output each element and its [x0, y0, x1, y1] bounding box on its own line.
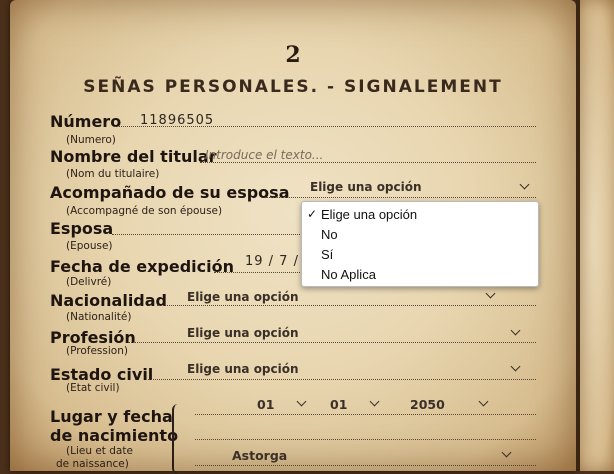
dropdown-option-elige[interactable]: ✓ Elige una opción: [302, 204, 538, 224]
estado-civil-select-value[interactable]: Elige una opción: [187, 362, 299, 376]
acompanado-sublabel: (Accompagné de son épouse): [66, 205, 223, 217]
nombre-input[interactable]: Introduce el texto...: [205, 148, 323, 162]
nacionalidad-select-value[interactable]: Elige una opción: [187, 290, 299, 304]
lugar-fecha-sublabel-line1: (Lieu et date: [66, 445, 133, 457]
profesion-select-value[interactable]: Elige una opción: [187, 326, 299, 340]
estado-civil-sublabel: (Etat civil): [66, 382, 120, 394]
nacionalidad-label: Nacionalidad: [50, 291, 168, 310]
dropdown-option-label: No Aplica: [321, 267, 376, 282]
lugar-fecha-sublabel-line2: de naissance): [56, 458, 129, 470]
birth-place-dotted-line: [195, 465, 536, 466]
nombre-dotted-line: [200, 162, 536, 163]
nacionalidad-sublabel: (Nationalité): [66, 311, 132, 323]
fecha-expedicion-dotted-line: [214, 272, 302, 273]
dropdown-option-si[interactable]: Sí: [302, 244, 538, 264]
numero-input[interactable]: 11896505: [140, 113, 214, 128]
nacionalidad-dotted-line: [157, 305, 536, 306]
brace-divider: [172, 404, 182, 474]
estado-civil-dotted-line: [148, 379, 536, 380]
esposa-sublabel: (Epouse): [66, 240, 113, 252]
birth-date-dotted-line: [195, 414, 536, 415]
acompanado-select-value[interactable]: Elige una opción: [310, 180, 422, 194]
dropdown-option-label: No: [321, 227, 338, 242]
checkmark-icon: ✓: [307, 207, 318, 221]
fecha-expedicion-label: Fecha de expedición: [50, 257, 235, 276]
birth-year-select[interactable]: 2050: [410, 397, 445, 412]
nombre-label: Nombre del titular: [50, 147, 217, 166]
esposa-label: Esposa: [50, 219, 114, 238]
birth-month-select[interactable]: 01: [330, 397, 347, 412]
page-title: SEÑAS PERSONALES. - SIGNALEMENT: [83, 77, 503, 97]
lugar-fecha-label-line1: Lugar y fecha: [50, 407, 173, 426]
numero-sublabel: (Numero): [66, 134, 116, 146]
acompanado-dropdown-list: ✓ Elige una opción No Sí No Aplica: [301, 201, 539, 287]
acompanado-label: Acompañado de su esposa: [50, 183, 290, 202]
birth-day-select[interactable]: 01: [257, 397, 274, 412]
esposa-dotted-line: [112, 234, 302, 235]
birth-place-select[interactable]: Astorga: [232, 448, 287, 463]
page-number: 2: [285, 42, 301, 68]
profesion-dotted-line: [128, 342, 536, 343]
dropdown-option-label: Elige una opción: [321, 207, 418, 222]
facing-page: [580, 0, 614, 471]
dropdown-option-no[interactable]: No: [302, 224, 538, 244]
nombre-sublabel: (Nom du titulaire): [66, 168, 160, 180]
dropdown-option-label: Sí: [321, 247, 334, 262]
numero-label: Número: [50, 112, 122, 131]
dropdown-option-no-aplica[interactable]: No Aplica: [302, 264, 538, 284]
acompanado-dotted-line: [266, 197, 536, 198]
birth-extra-dotted-line: [195, 439, 536, 440]
profesion-sublabel: (Profession): [66, 345, 128, 357]
lugar-fecha-label-line2: de nacimiento: [50, 426, 179, 445]
fecha-expedicion-sublabel: (Delivré): [66, 276, 112, 288]
